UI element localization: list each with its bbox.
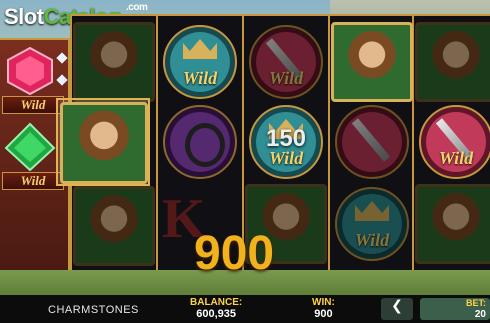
wild-label: Wild	[182, 68, 218, 88]
logo-part-1: Slot	[4, 4, 44, 29]
serpent-symbol	[163, 105, 237, 179]
symbol-cell: Wild	[158, 22, 242, 102]
symbol-cell	[414, 22, 490, 102]
red-gem-icon	[4, 46, 56, 96]
sparkle-icon	[56, 74, 68, 86]
win-label: WIN:	[312, 297, 335, 308]
bet-value: 20	[474, 309, 486, 320]
sword-icon	[351, 118, 391, 162]
symbol-cell	[414, 184, 490, 264]
symbol-cell	[72, 186, 156, 266]
win-amount-display: 900	[194, 227, 275, 280]
wild-label: Wild	[354, 230, 390, 250]
crown-icon	[355, 201, 389, 221]
balance-label: BALANCE:	[190, 297, 243, 308]
princess-symbol	[415, 22, 490, 102]
princess-symbol	[331, 22, 413, 102]
winning-symbol-highlight	[56, 98, 150, 186]
sword-wild-symbol: Wild	[249, 25, 323, 99]
wild-label: Wild	[268, 148, 304, 168]
symbol-cell	[330, 102, 414, 182]
symbol-cell	[72, 22, 156, 102]
symbol-cell: Wild	[414, 102, 490, 182]
wild-label: Wild	[438, 148, 474, 168]
crown-wild-multiplier-symbol: 150 Wild	[249, 105, 323, 179]
game-name: CHARMSTONES	[48, 304, 139, 316]
bet-decrease-button[interactable]: ❮	[381, 298, 413, 320]
princess-symbol	[60, 102, 148, 184]
princess-symbol	[73, 186, 155, 266]
sword-symbol	[335, 105, 409, 179]
princess-symbol	[415, 184, 490, 264]
wild-label: Wild	[2, 96, 64, 114]
serpent-icon	[185, 123, 225, 167]
balance-value: 600,935	[196, 308, 236, 320]
symbol-cell: Wild	[244, 22, 328, 102]
bet-selector[interactable]: BET: 20	[420, 298, 490, 320]
win-value: 900	[314, 308, 333, 320]
bet-label: BET:	[466, 298, 486, 308]
crown-wild-symbol: Wild	[335, 187, 409, 261]
sparkle-icon	[56, 52, 68, 64]
green-gem-icon	[4, 122, 56, 172]
logo-suffix: .com	[126, 2, 148, 13]
win-display: WIN: 900	[312, 297, 335, 320]
balance-display: BALANCE: 600,935	[190, 297, 242, 320]
symbol-cell: 150 Wild	[244, 102, 328, 182]
crown-wild-symbol: Wild	[163, 25, 237, 99]
sword-wild-symbol: Wild	[419, 105, 490, 179]
symbol-cell	[158, 102, 242, 182]
princess-symbol	[73, 22, 155, 102]
crown-icon	[183, 39, 217, 59]
wild-label: Wild	[268, 68, 304, 88]
symbol-cell	[330, 22, 414, 102]
symbol-cell: Wild	[330, 184, 414, 264]
bottom-bar: CHARMSTONES BALANCE: 600,935 WIN: 900 ❮ …	[0, 295, 490, 323]
wild-label: Wild	[2, 172, 64, 190]
